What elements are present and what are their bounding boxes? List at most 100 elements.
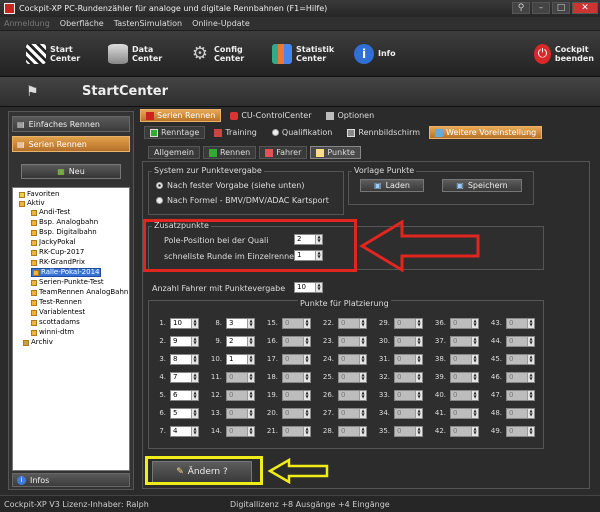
maximize-button[interactable]: □ — [552, 2, 570, 14]
stepper-arrows[interactable]: ▲ ▼ — [471, 319, 478, 328]
points-stepper[interactable]: 0 ▲ ▼ — [394, 426, 423, 437]
stepper-arrows[interactable]: ▲ ▼ — [191, 373, 198, 382]
stepper-arrows[interactable]: ▲ ▼ — [303, 319, 310, 328]
tab-optionen[interactable]: Optionen — [320, 109, 380, 122]
points-stepper[interactable]: 0 ▲ ▼ — [450, 336, 479, 347]
neu-button[interactable]: ▦ Neu — [21, 164, 121, 179]
start-center-button[interactable]: Start Center — [26, 43, 90, 64]
points-stepper[interactable]: 0 ▲ ▼ — [506, 408, 535, 419]
tree-item[interactable]: RK-Cup-2017 — [31, 248, 84, 257]
tree-item[interactable]: winni-dtm — [31, 328, 74, 337]
quit-button[interactable]: ⏻ Cockpit beenden — [534, 43, 594, 64]
stepper-arrows[interactable]: ▲ ▼ — [191, 409, 198, 418]
points-stepper[interactable]: 0 ▲ ▼ — [506, 336, 535, 347]
stepper-arrows[interactable]: ▲ ▼ — [191, 337, 198, 346]
points-stepper[interactable]: 0 ▲ ▼ — [282, 354, 311, 365]
stepper-arrows[interactable]: ▲ ▼ — [471, 373, 478, 382]
tab-training[interactable]: Training — [208, 126, 263, 139]
points-stepper[interactable]: 0 ▲ ▼ — [506, 426, 535, 437]
infos-button[interactable]: i Infos — [12, 473, 130, 487]
stepper-arrows[interactable]: ▲ ▼ — [527, 355, 534, 364]
stepper-arrows[interactable]: ▲ ▼ — [527, 337, 534, 346]
stepper-arrows[interactable]: ▲ ▼ — [191, 391, 198, 400]
stepper-arrows[interactable]: ▲ ▼ — [191, 319, 198, 328]
points-stepper[interactable]: 0 ▲ ▼ — [450, 408, 479, 419]
points-stepper[interactable]: 0 ▲ ▼ — [450, 354, 479, 365]
points-stepper[interactable]: 0 ▲ ▼ — [394, 318, 423, 329]
points-stepper[interactable]: 10 ▲ ▼ — [170, 318, 199, 329]
points-stepper[interactable]: 0 ▲ ▼ — [506, 390, 535, 401]
points-stepper[interactable]: 0 ▲ ▼ — [506, 372, 535, 383]
points-stepper[interactable]: 0 ▲ ▼ — [226, 426, 255, 437]
stepper-arrows[interactable]: ▲ ▼ — [471, 391, 478, 400]
stepper-arrows[interactable]: ▲ ▼ — [471, 355, 478, 364]
stepper-arrows[interactable]: ▲ ▼ — [415, 319, 422, 328]
stepper-arrows[interactable]: ▲ ▼ — [527, 373, 534, 382]
points-stepper[interactable]: 0 ▲ ▼ — [226, 390, 255, 401]
search-icon[interactable]: ⚲ — [512, 2, 530, 14]
stepper-arrows[interactable]: ▲ ▼ — [415, 391, 422, 400]
stepper-arrows[interactable]: ▲ ▼ — [359, 409, 366, 418]
points-stepper[interactable]: 2 ▲ ▼ — [226, 336, 255, 347]
points-stepper[interactable]: 0 ▲ ▼ — [394, 390, 423, 401]
stepper-arrows[interactable]: ▲ ▼ — [415, 337, 422, 346]
tree-item[interactable]: Serien-Punkte-Test — [31, 278, 104, 287]
points-stepper[interactable]: 0 ▲ ▼ — [282, 408, 311, 419]
points-stepper[interactable]: 0 ▲ ▼ — [394, 336, 423, 347]
tree-item[interactable]: Test-Rennen — [31, 298, 82, 307]
stepper-arrows[interactable]: ▲ ▼ — [191, 355, 198, 364]
stepper-arrows[interactable]: ▲ ▼ — [191, 427, 198, 436]
stepper-arrows[interactable]: ▲ ▼ — [315, 283, 322, 292]
tree-item[interactable]: RK-GrandPrix — [31, 258, 85, 267]
stepper-arrows[interactable]: ▲ ▼ — [247, 337, 254, 346]
points-stepper[interactable]: 0 ▲ ▼ — [226, 408, 255, 419]
stepper-arrows[interactable]: ▲ ▼ — [359, 319, 366, 328]
points-stepper[interactable]: 0 ▲ ▼ — [226, 372, 255, 383]
tab-punkte[interactable]: Punkte — [310, 146, 361, 159]
points-stepper[interactable]: 0 ▲ ▼ — [338, 426, 367, 437]
stepper-arrows[interactable]: ▲ ▼ — [303, 409, 310, 418]
points-stepper[interactable]: 0 ▲ ▼ — [450, 318, 479, 329]
stepper-arrows[interactable]: ▲ ▼ — [303, 355, 310, 364]
stepper-arrows[interactable]: ▲ ▼ — [303, 391, 310, 400]
points-stepper[interactable]: 7 ▲ ▼ — [170, 372, 199, 383]
stepper-arrows[interactable]: ▲ ▼ — [471, 427, 478, 436]
series-tree[interactable]: Favoriten Aktiv Andi-Test Bsp. Analogbah… — [12, 187, 130, 471]
tree-item-favoriten[interactable]: Favoriten — [19, 190, 59, 199]
tree-item-aktiv[interactable]: Aktiv — [19, 199, 45, 208]
radio-unselected[interactable] — [156, 197, 163, 204]
tree-item-archiv[interactable]: Archiv — [23, 338, 53, 347]
statistik-center-button[interactable]: Statistik Center — [272, 43, 336, 64]
stepper-arrows[interactable]: ▲ ▼ — [415, 355, 422, 364]
tab-rennbildschirm[interactable]: Rennbildschirm — [341, 126, 426, 139]
points-stepper[interactable]: 0 ▲ ▼ — [338, 390, 367, 401]
config-center-button[interactable]: ⚙ Config Center — [190, 43, 254, 64]
tab-qualifikation[interactable]: Qualifikation — [266, 126, 338, 139]
stepper-arrows[interactable]: ▲ ▼ — [527, 409, 534, 418]
stepper-arrows[interactable]: ▲ ▼ — [527, 319, 534, 328]
stepper-arrows[interactable]: ▲ ▼ — [359, 373, 366, 382]
minimize-button[interactable]: – — [532, 2, 550, 14]
points-stepper[interactable]: 0 ▲ ▼ — [282, 372, 311, 383]
points-stepper[interactable]: 0 ▲ ▼ — [338, 372, 367, 383]
points-stepper[interactable]: 0 ▲ ▼ — [394, 372, 423, 383]
menu-online-update[interactable]: Online-Update — [192, 19, 250, 28]
stepper-arrows[interactable]: ▲ ▼ — [247, 409, 254, 418]
system-option-1[interactable]: Nach fester Vorgabe (siehe unten) — [156, 181, 304, 190]
stepper-arrows[interactable]: ▲ ▼ — [359, 391, 366, 400]
points-stepper[interactable]: 0 ▲ ▼ — [450, 372, 479, 383]
stepper-arrows[interactable]: ▲ ▼ — [527, 391, 534, 400]
points-stepper[interactable]: 0 ▲ ▼ — [282, 426, 311, 437]
tree-item-selected[interactable]: Ralle-Pokal-2014 — [31, 268, 102, 277]
tree-item[interactable]: Bsp. Analogbahn — [31, 218, 98, 227]
serien-rennen-button[interactable]: ▤ Serien Rennen — [12, 136, 130, 152]
menu-oberflaeche[interactable]: Oberfläche — [60, 19, 104, 28]
points-stepper[interactable]: 0 ▲ ▼ — [338, 318, 367, 329]
stepper-arrows[interactable]: ▲ ▼ — [247, 427, 254, 436]
tab-rennen[interactable]: Rennen — [202, 146, 257, 159]
data-center-button[interactable]: Data Center — [108, 43, 172, 64]
tree-item[interactable]: Bsp. Digitalbahn — [31, 228, 97, 237]
stepper-arrows[interactable]: ▲ ▼ — [247, 373, 254, 382]
stepper-arrows[interactable]: ▲ ▼ — [527, 427, 534, 436]
points-stepper[interactable]: 0 ▲ ▼ — [506, 318, 535, 329]
